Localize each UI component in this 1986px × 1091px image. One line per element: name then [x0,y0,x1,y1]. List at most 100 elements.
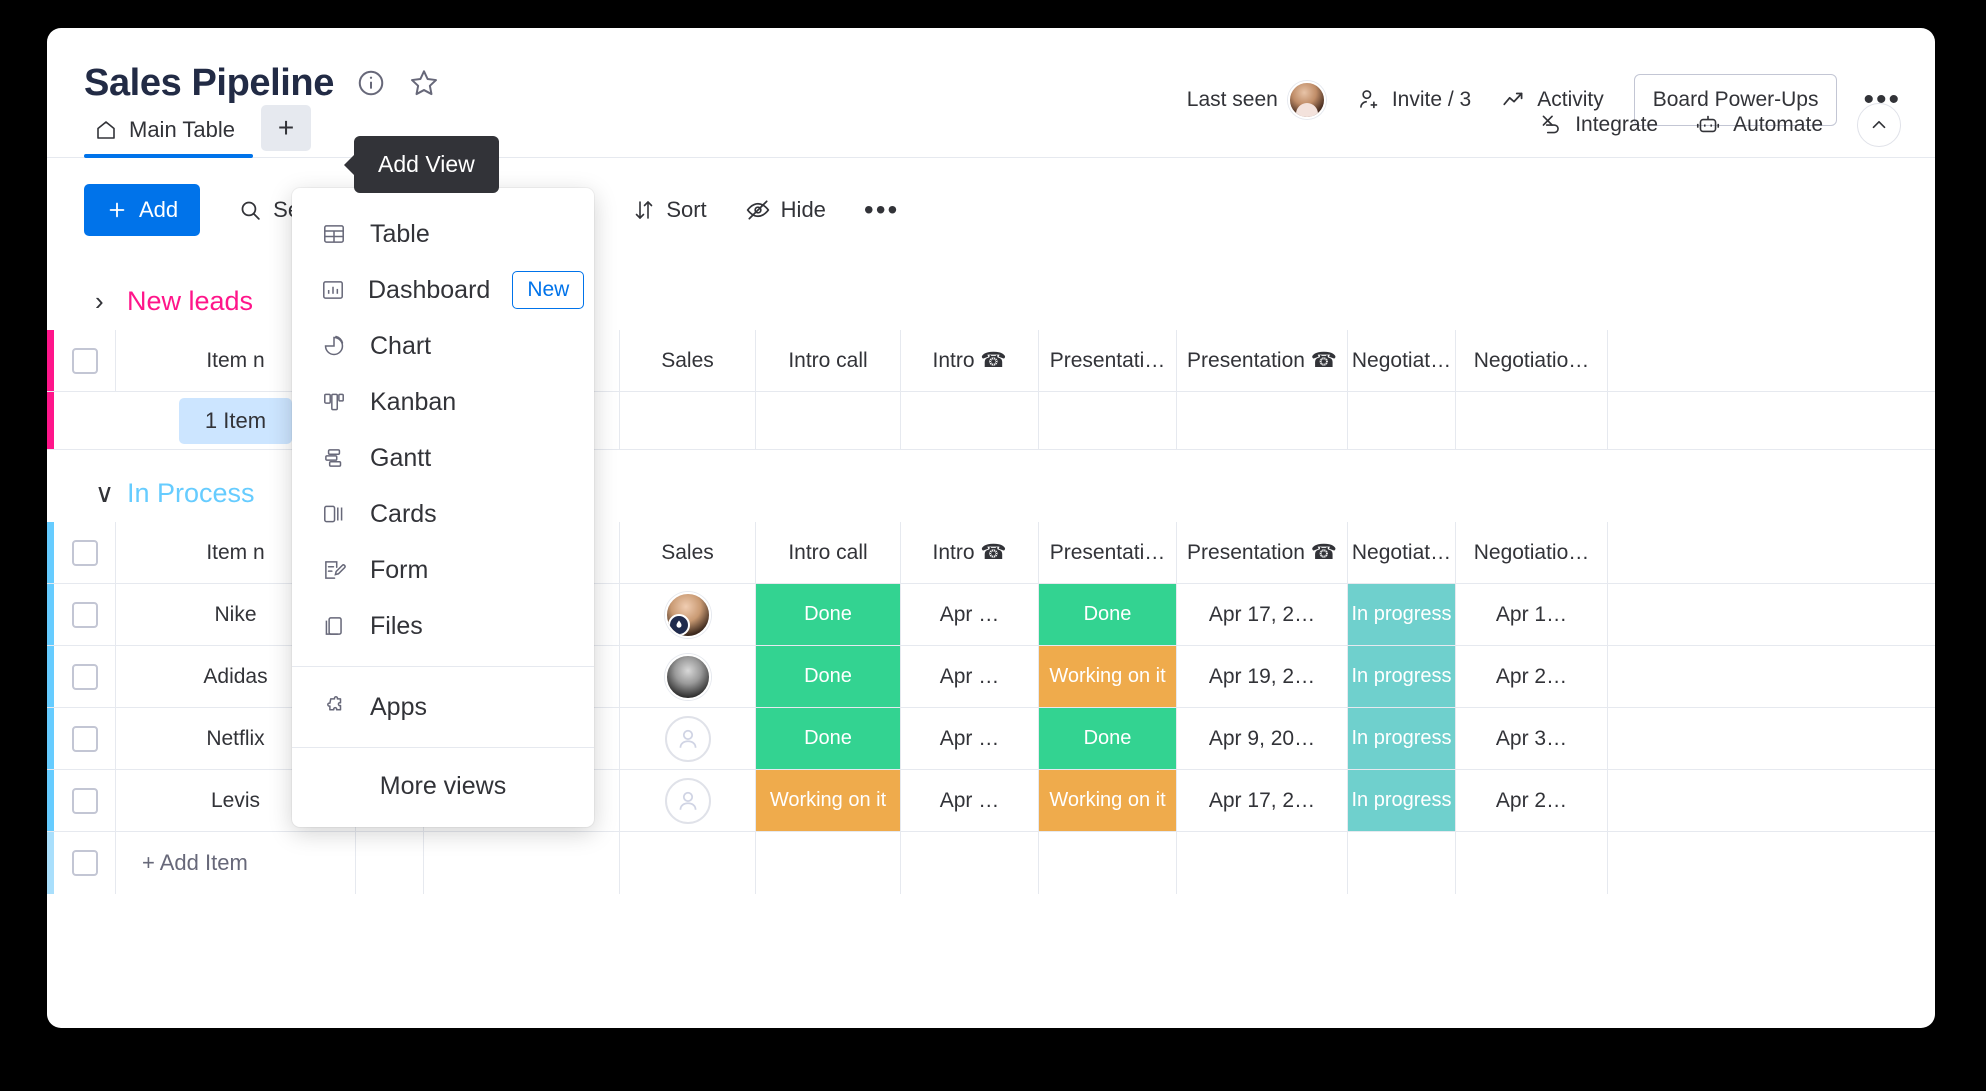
menu-item-label: Table [370,220,570,249]
cell-negotiation-date[interactable]: Apr 2… [1456,770,1608,831]
integrate-button[interactable]: Integrate [1538,112,1658,138]
status-badge: Done [756,646,900,707]
column-header-presentation[interactable]: Presentati… [1039,330,1177,391]
menu-item-chart[interactable]: Chart [292,318,594,374]
cell-sales-avatar[interactable] [620,770,756,831]
cell-intro-date[interactable]: Apr … [901,646,1039,707]
row-accent-bar [47,832,54,894]
column-header-intro-phone[interactable]: Intro ☎ [901,330,1039,391]
checkbox[interactable] [72,602,98,628]
group-name[interactable]: New leads [127,286,253,317]
menu-item-cards[interactable]: Cards [292,486,594,542]
row-checkbox[interactable] [54,646,116,707]
cell-negotiation[interactable]: In progress [1348,584,1456,645]
cell-presentation-date[interactable]: Apr 19, 2… [1177,646,1348,707]
menu-item-apps[interactable]: Apps [292,679,594,735]
column-header-negotiation[interactable]: Negotiat… [1348,330,1456,391]
cell-presentation[interactable]: Working on it [1039,646,1177,707]
cell-intro-call[interactable]: Done [756,646,901,707]
checkbox[interactable] [72,788,98,814]
cell-sales-avatar[interactable] [620,584,756,645]
column-header-intro-call[interactable]: Intro call [756,330,901,391]
cell-negotiation-date[interactable]: Apr 1… [1456,584,1608,645]
row-accent-bar [47,646,54,707]
cell-presentation[interactable]: Done [1039,708,1177,769]
row-checkbox[interactable] [54,584,116,645]
hide-button[interactable]: Hide [745,197,826,223]
toolbar-more-button[interactable]: ••• [864,206,899,214]
cell-negotiation-date[interactable]: Apr 3… [1456,708,1608,769]
column-header-sales[interactable]: Sales [620,330,756,391]
summary-negotiation [1348,392,1456,449]
add-item-row[interactable]: + Add Item [47,832,1935,894]
robot-icon [1694,112,1722,138]
cell-intro-call[interactable]: Done [756,708,901,769]
form-icon [320,556,348,584]
group-collapse-caret[interactable]: › [95,286,109,317]
hide-label: Hide [781,197,826,223]
column-header-negotiation-date[interactable]: Negotiatio… [1456,330,1608,391]
add-button[interactable]: Add [84,184,200,236]
select-all-checkbox[interactable] [54,330,116,391]
menu-item-kanban[interactable]: Kanban [292,374,594,430]
row-checkbox[interactable] [54,770,116,831]
add-item-button[interactable]: + Add Item [116,832,356,894]
cell-intro-date[interactable]: Apr … [901,770,1039,831]
status-badge: Working on it [1039,646,1176,707]
cell-presentation[interactable]: Done [1039,584,1177,645]
cell-negotiation[interactable]: In progress [1348,770,1456,831]
more-views-button[interactable]: More views [292,748,594,827]
star-icon[interactable] [408,67,440,99]
menu-item-form[interactable]: Form [292,542,594,598]
cell-presentation-date[interactable]: Apr 17, 2… [1177,584,1348,645]
column-header-presentation-phone[interactable]: Presentation ☎ [1177,522,1348,583]
sort-button[interactable]: Sort [632,197,706,223]
column-header-intro-phone[interactable]: Intro ☎ [901,522,1039,583]
checkbox[interactable] [72,540,98,566]
avatar[interactable] [665,654,711,700]
cell-presentation-date[interactable]: Apr 9, 20… [1177,708,1348,769]
menu-item-dashboard[interactable]: Dashboard New [292,262,594,318]
cell-presentation-date[interactable]: Apr 17, 2… [1177,770,1348,831]
avatar[interactable] [665,592,711,638]
checkbox[interactable] [72,726,98,752]
info-icon[interactable] [356,68,386,98]
cell-negotiation-date [1456,832,1608,894]
row-checkbox[interactable] [54,832,116,894]
group-collapse-caret[interactable]: ∨ [95,478,109,509]
column-header-negotiation[interactable]: Negotiat… [1348,522,1456,583]
menu-item-files[interactable]: Files [292,598,594,654]
select-all-checkbox[interactable] [54,522,116,583]
collapse-header-button[interactable] [1857,103,1901,147]
cell-sales-avatar[interactable] [620,646,756,707]
checkbox[interactable] [72,664,98,690]
menu-item-gantt[interactable]: Gantt [292,430,594,486]
cell-sales-avatar[interactable] [620,708,756,769]
avatar-placeholder-icon[interactable] [665,778,711,824]
cell-negotiation[interactable]: In progress [1348,646,1456,707]
row-checkbox[interactable] [54,708,116,769]
cell-intro-date[interactable]: Apr … [901,584,1039,645]
cell-presentation[interactable]: Working on it [1039,770,1177,831]
column-header-negotiation-date[interactable]: Negotiatio… [1456,522,1608,583]
checkbox[interactable] [72,850,98,876]
column-header-sales[interactable]: Sales [620,522,756,583]
cell-negotiation[interactable]: In progress [1348,708,1456,769]
automate-button[interactable]: Automate [1694,112,1823,138]
tab-main-table[interactable]: Main Table [84,117,253,157]
menu-item-table[interactable]: Table [292,206,594,262]
checkbox[interactable] [72,348,98,374]
column-header-presentation-phone[interactable]: Presentation ☎ [1177,330,1348,391]
cell-intro-date[interactable]: Apr … [901,708,1039,769]
cell-negotiation-date[interactable]: Apr 2… [1456,646,1608,707]
column-header-intro-call[interactable]: Intro call [756,522,901,583]
menu-item-label: Chart [370,332,570,361]
status-badge: Working on it [756,770,900,831]
column-header-presentation[interactable]: Presentati… [1039,522,1177,583]
cell-intro-call[interactable]: Done [756,584,901,645]
avatar-placeholder-icon[interactable] [665,716,711,762]
cell-intro-call[interactable]: Working on it [756,770,901,831]
group-name[interactable]: In Process [127,478,255,509]
add-view-button[interactable]: + [261,105,311,151]
summary-presentation-phone [1177,392,1348,449]
